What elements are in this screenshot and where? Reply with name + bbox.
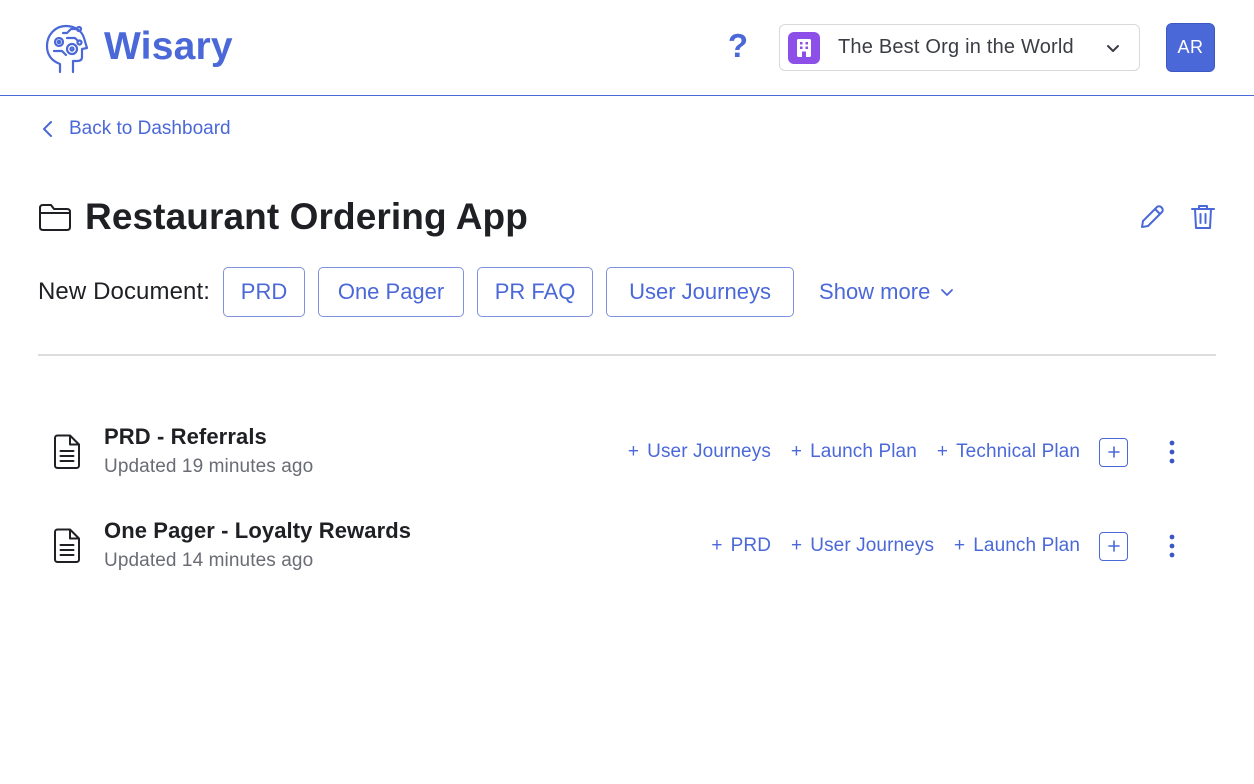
document-actions: + PRD + User Journeys + Launch Plan [691, 530, 1128, 562]
divider [38, 354, 1216, 356]
add-user-journeys-link[interactable]: + User Journeys [791, 535, 934, 557]
document-row[interactable]: PRD - Referrals Updated 19 minutes ago +… [38, 414, 1216, 484]
document-icon [54, 434, 80, 469]
org-selector[interactable]: The Best Org in the World [779, 24, 1140, 71]
plus-icon [1107, 446, 1120, 458]
document-actions: + User Journeys + Launch Plan + Technical P… [608, 436, 1128, 468]
folder-icon [39, 204, 71, 231]
add-document-button[interactable] [1099, 531, 1128, 561]
document-title[interactable]: PRD - Referrals [104, 424, 267, 450]
new-one-pager-button[interactable]: One Pager [318, 267, 465, 317]
show-more-button[interactable]: Show more [819, 279, 955, 305]
org-name: The Best Org in the World [838, 36, 1074, 58]
document-title[interactable]: One Pager - Loyalty Rewards [104, 518, 411, 544]
chevron-left-icon [43, 121, 52, 137]
add-document-button[interactable] [1099, 437, 1128, 467]
page-title: Restaurant Ordering App [85, 196, 528, 237]
help-button[interactable]: ? [724, 26, 752, 66]
new-prd-button[interactable]: PRD [223, 267, 306, 317]
back-to-dashboard-link[interactable]: Back to Dashboard [40, 118, 231, 140]
top-header: Wisary ? The Best Org in the World AR [0, 0, 1254, 96]
document-updated: Updated 14 minutes ago [104, 550, 314, 571]
add-user-journeys-link[interactable]: + User Journeys [628, 441, 771, 463]
project-title-row: Restaurant Ordering App [38, 196, 528, 238]
user-avatar[interactable]: AR [1166, 23, 1215, 72]
plus-icon [1107, 540, 1120, 552]
add-technical-plan-link[interactable]: + Technical Plan [937, 441, 1080, 463]
pencil-icon[interactable] [1137, 202, 1167, 232]
kebab-icon[interactable] [1160, 438, 1184, 466]
brain-gears-icon [45, 24, 89, 74]
new-document-label: New Document: [38, 278, 211, 305]
document-icon [54, 528, 80, 563]
logo[interactable]: Wisary [42, 19, 233, 75]
add-prd-link[interactable]: + PRD [711, 535, 771, 557]
chevron-down-icon [941, 289, 954, 296]
document-updated: Updated 19 minutes ago [104, 456, 314, 477]
new-pr-faq-button[interactable]: PR FAQ [477, 267, 594, 317]
add-launch-plan-link[interactable]: + Launch Plan [791, 441, 917, 463]
add-launch-plan-link[interactable]: + Launch Plan [954, 535, 1080, 557]
chevron-down-icon [1107, 45, 1119, 52]
show-more-label: Show more [819, 279, 931, 304]
trash-icon[interactable] [1188, 202, 1218, 232]
new-document-bar: New Document: PRD One Pager PR FAQ User … [38, 267, 955, 317]
back-label: Back to Dashboard [69, 118, 231, 139]
building-icon [788, 31, 820, 64]
new-user-journeys-button[interactable]: User Journeys [606, 267, 795, 317]
brand-name: Wisary [104, 25, 233, 68]
document-row[interactable]: One Pager - Loyalty Rewards Updated 14 m… [38, 508, 1216, 578]
kebab-icon[interactable] [1160, 532, 1184, 560]
